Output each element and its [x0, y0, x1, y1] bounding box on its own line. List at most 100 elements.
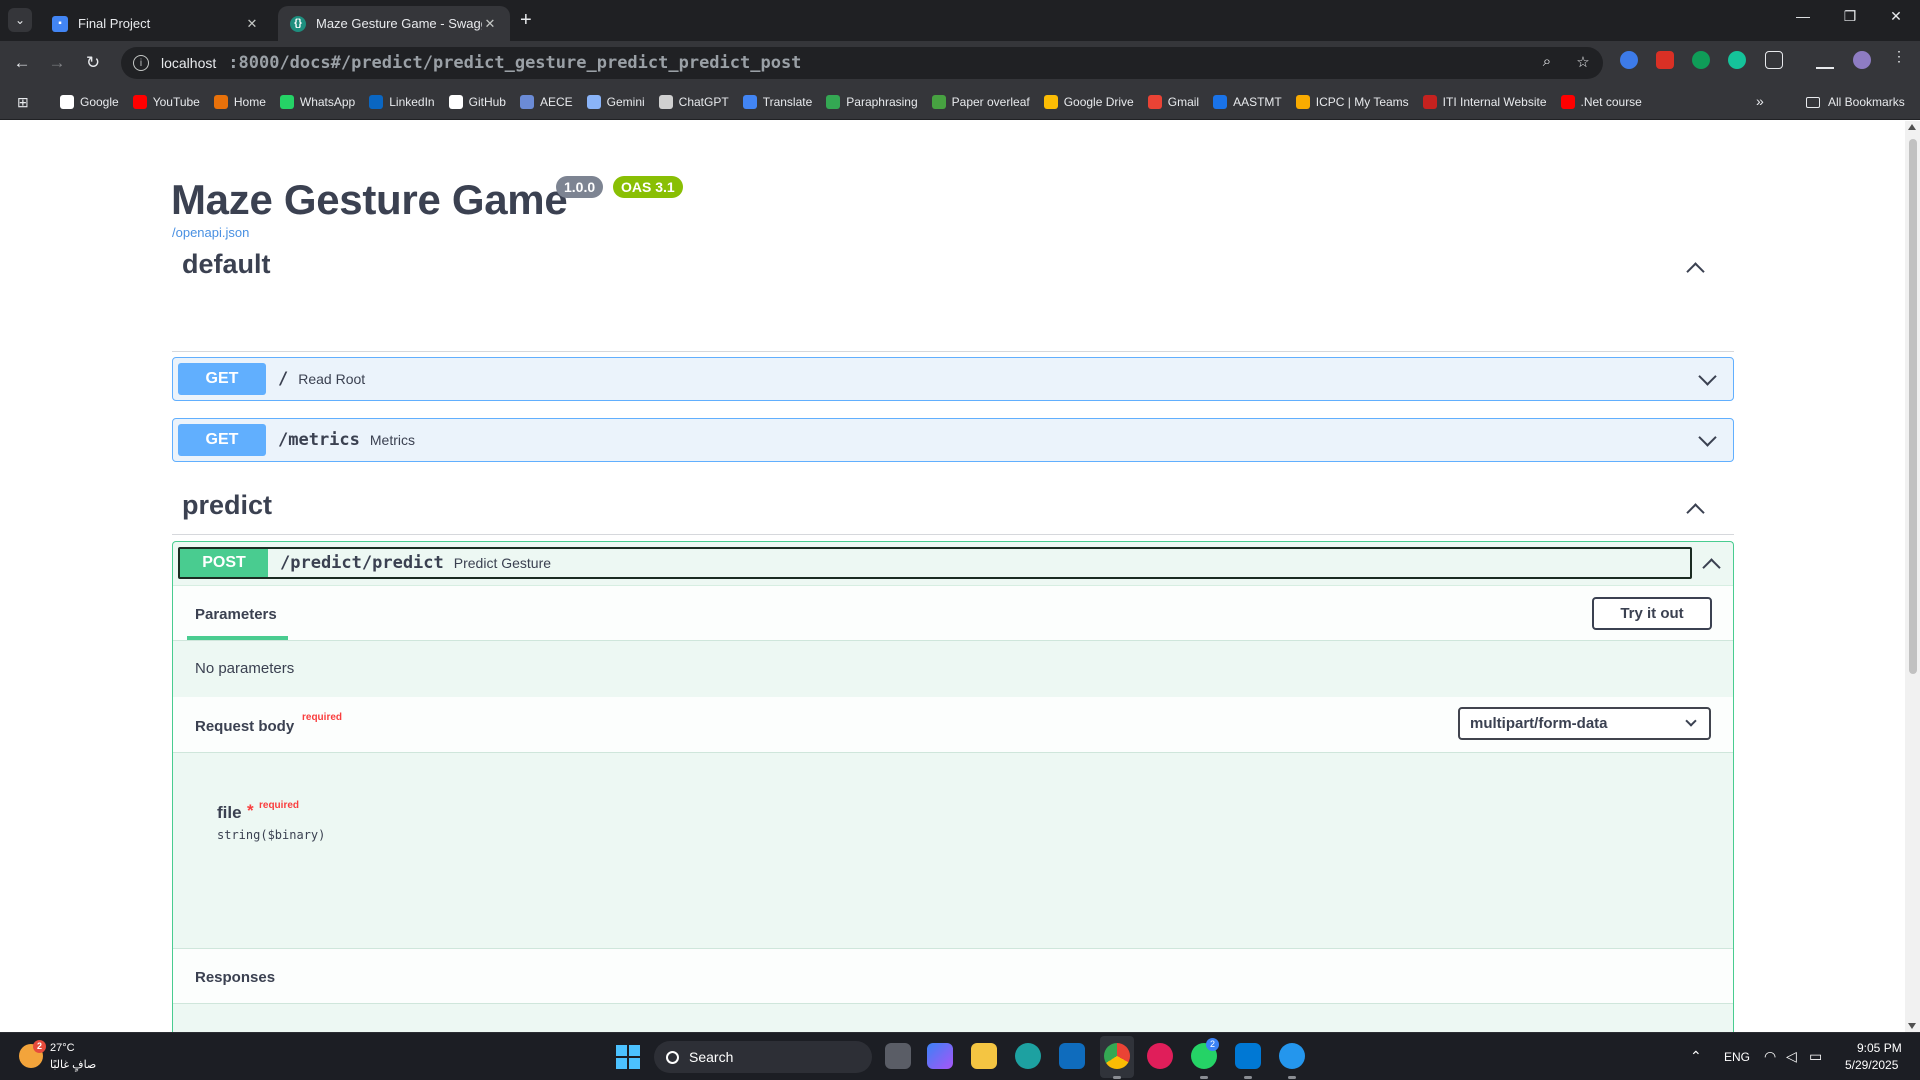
bookmark-item[interactable]: ICPC | My Teams — [1295, 95, 1409, 109]
zoom-icon[interactable]: ⌕ — [1537, 53, 1557, 70]
content-type-select[interactable]: multipart/form-data — [1458, 707, 1711, 740]
openapi-json-link[interactable]: /openapi.json — [172, 225, 249, 240]
minimize-icon[interactable]: — — [1789, 8, 1817, 24]
copilot-icon[interactable] — [927, 1043, 953, 1069]
all-bookmarks[interactable]: All Bookmarks — [1806, 84, 1905, 120]
whatsapp-icon — [279, 95, 294, 109]
address-bar[interactable]: i localhost:8000/docs#/predict/predict_g… — [121, 47, 1603, 79]
clock-time[interactable]: 9:05 PM — [1857, 1041, 1902, 1055]
bookmark-item[interactable]: LinkedIn — [369, 95, 435, 109]
required-star: * — [247, 801, 254, 820]
bookmark-item[interactable]: AECE — [519, 95, 573, 109]
field-name: file — [217, 803, 242, 822]
operation-summary[interactable]: POST /predict/predict Predict Gesture — [178, 547, 1692, 579]
expand-icon[interactable] — [1698, 371, 1714, 387]
bookmark-item[interactable]: Gmail — [1147, 95, 1199, 109]
site-info-icon[interactable]: i — [133, 55, 149, 71]
battery-icon[interactable]: ▭ — [1809, 1048, 1822, 1065]
tab-final-project[interactable]: ▪ Final Project ✕ — [40, 6, 272, 41]
scroll-down-icon[interactable] — [1908, 1023, 1916, 1029]
wifi-icon[interactable]: ◠ — [1764, 1048, 1776, 1065]
menu-kebab-icon[interactable]: ⋮ — [1890, 48, 1908, 66]
reload-icon[interactable]: ↻ — [81, 51, 105, 75]
extension-3-icon[interactable] — [1692, 51, 1710, 69]
expand-icon[interactable] — [1698, 432, 1714, 448]
extension-1-icon[interactable] — [1620, 51, 1638, 69]
bookmark-item[interactable]: Google Drive — [1043, 95, 1134, 109]
collapse-predict-icon[interactable] — [1686, 500, 1702, 516]
operation-summary[interactable]: GET / Read Root — [173, 358, 1733, 400]
grammarly-icon[interactable] — [1728, 51, 1746, 69]
search-icon — [666, 1050, 679, 1064]
bookmark-item[interactable]: Gemini — [586, 95, 645, 109]
file-explorer-icon[interactable] — [971, 1043, 997, 1069]
volume-icon[interactable]: ◁ — [1786, 1048, 1797, 1065]
bookmark-item[interactable]: WhatsApp — [279, 95, 355, 109]
section-title-default[interactable]: default — [182, 249, 271, 280]
vscode-icon[interactable] — [1235, 1043, 1261, 1069]
collapse-default-icon[interactable] — [1686, 259, 1702, 275]
profile-avatar[interactable] — [1853, 51, 1871, 69]
url-text: localhost:8000/docs#/predict/predict_ges… — [161, 53, 802, 73]
iti-icon — [1422, 95, 1437, 109]
language-indicator[interactable]: ENG — [1724, 1050, 1750, 1064]
scrollbar-thumb[interactable] — [1909, 139, 1917, 674]
all-bookmarks-label: All Bookmarks — [1828, 95, 1905, 109]
bookmark-item[interactable]: ITI Internal Website — [1422, 95, 1547, 109]
docker-icon[interactable] — [1279, 1043, 1305, 1069]
close-tab-icon[interactable]: ✕ — [482, 16, 498, 32]
bookmark-item[interactable]: AASTMT — [1213, 95, 1282, 109]
more-bookmarks-icon[interactable]: » — [1756, 93, 1764, 109]
bookmark-label: Google Drive — [1063, 95, 1134, 109]
page-scrollbar[interactable] — [1905, 121, 1920, 1032]
collapse-operation-icon[interactable] — [1702, 555, 1718, 571]
bookmark-item[interactable]: YouTube — [132, 95, 200, 109]
bookmark-item[interactable]: Paraphrasing — [826, 95, 918, 109]
tab-swagger[interactable]: {} Maze Gesture Game - Swagger ✕ — [278, 6, 510, 41]
download-icon[interactable] — [1816, 51, 1834, 69]
operation-get-metrics[interactable]: GET /metrics Metrics — [172, 418, 1734, 462]
edge-icon[interactable] — [1015, 1043, 1041, 1069]
tab-search-button[interactable]: ⌄ — [8, 8, 32, 32]
clock-date[interactable]: 5/29/2025 — [1845, 1058, 1898, 1072]
back-icon[interactable]: ← — [10, 51, 34, 75]
bookmark-item[interactable]: Paper overleaf — [931, 95, 1030, 109]
extension-2-icon[interactable] — [1656, 51, 1674, 69]
close-window-icon[interactable]: ✕ — [1882, 8, 1910, 25]
bookmark-item[interactable]: ChatGPT — [658, 95, 729, 109]
bookmark-label: AASTMT — [1233, 95, 1282, 109]
try-it-out-button[interactable]: Try it out — [1592, 597, 1712, 630]
outlook-icon[interactable] — [1059, 1043, 1085, 1069]
operation-path: /predict/predict — [280, 553, 444, 573]
slack-icon[interactable] — [1147, 1043, 1173, 1069]
close-tab-icon[interactable]: ✕ — [244, 16, 260, 32]
taskbar-search[interactable]: Search — [654, 1041, 872, 1073]
bookmark-item[interactable]: Translate — [742, 95, 812, 109]
tab-parameters[interactable]: Parameters — [195, 606, 277, 623]
scroll-up-icon[interactable] — [1908, 124, 1916, 130]
weather-temperature[interactable]: 27°C — [50, 1042, 75, 1054]
extensions-puzzle-icon[interactable] — [1765, 51, 1783, 69]
operation-get-root[interactable]: GET / Read Root — [172, 357, 1734, 401]
bookmark-label: Google — [80, 95, 119, 109]
bookmark-item[interactable]: Google — [60, 95, 119, 109]
restore-icon[interactable]: ❐ — [1836, 8, 1864, 25]
tab-title: Maze Gesture Game - Swagger — [316, 16, 482, 31]
forward-icon[interactable]: → — [45, 51, 69, 75]
tray-chevron-icon[interactable]: ⌃ — [1690, 1048, 1702, 1065]
task-view-icon[interactable] — [885, 1043, 911, 1069]
apps-grid-icon[interactable]: ⊞ — [17, 94, 33, 110]
weather-description[interactable]: صافٍ غالبًا — [50, 1058, 96, 1071]
bookmark-item[interactable]: .Net course — [1560, 95, 1642, 109]
operation-summary[interactable]: GET /metrics Metrics — [173, 419, 1733, 461]
gmail-icon — [1147, 95, 1162, 109]
new-tab-button[interactable]: + — [520, 9, 532, 31]
chrome-icon[interactable] — [1104, 1043, 1130, 1069]
bookmark-star-icon[interactable]: ☆ — [1573, 53, 1593, 71]
windows-start-icon[interactable] — [616, 1045, 640, 1069]
running-indicator — [1288, 1076, 1296, 1079]
bookmark-item[interactable]: Home — [213, 95, 266, 109]
bookmark-item[interactable]: GitHub — [448, 95, 506, 109]
section-title-predict[interactable]: predict — [182, 490, 272, 521]
responses-header: Responses — [173, 948, 1733, 1004]
